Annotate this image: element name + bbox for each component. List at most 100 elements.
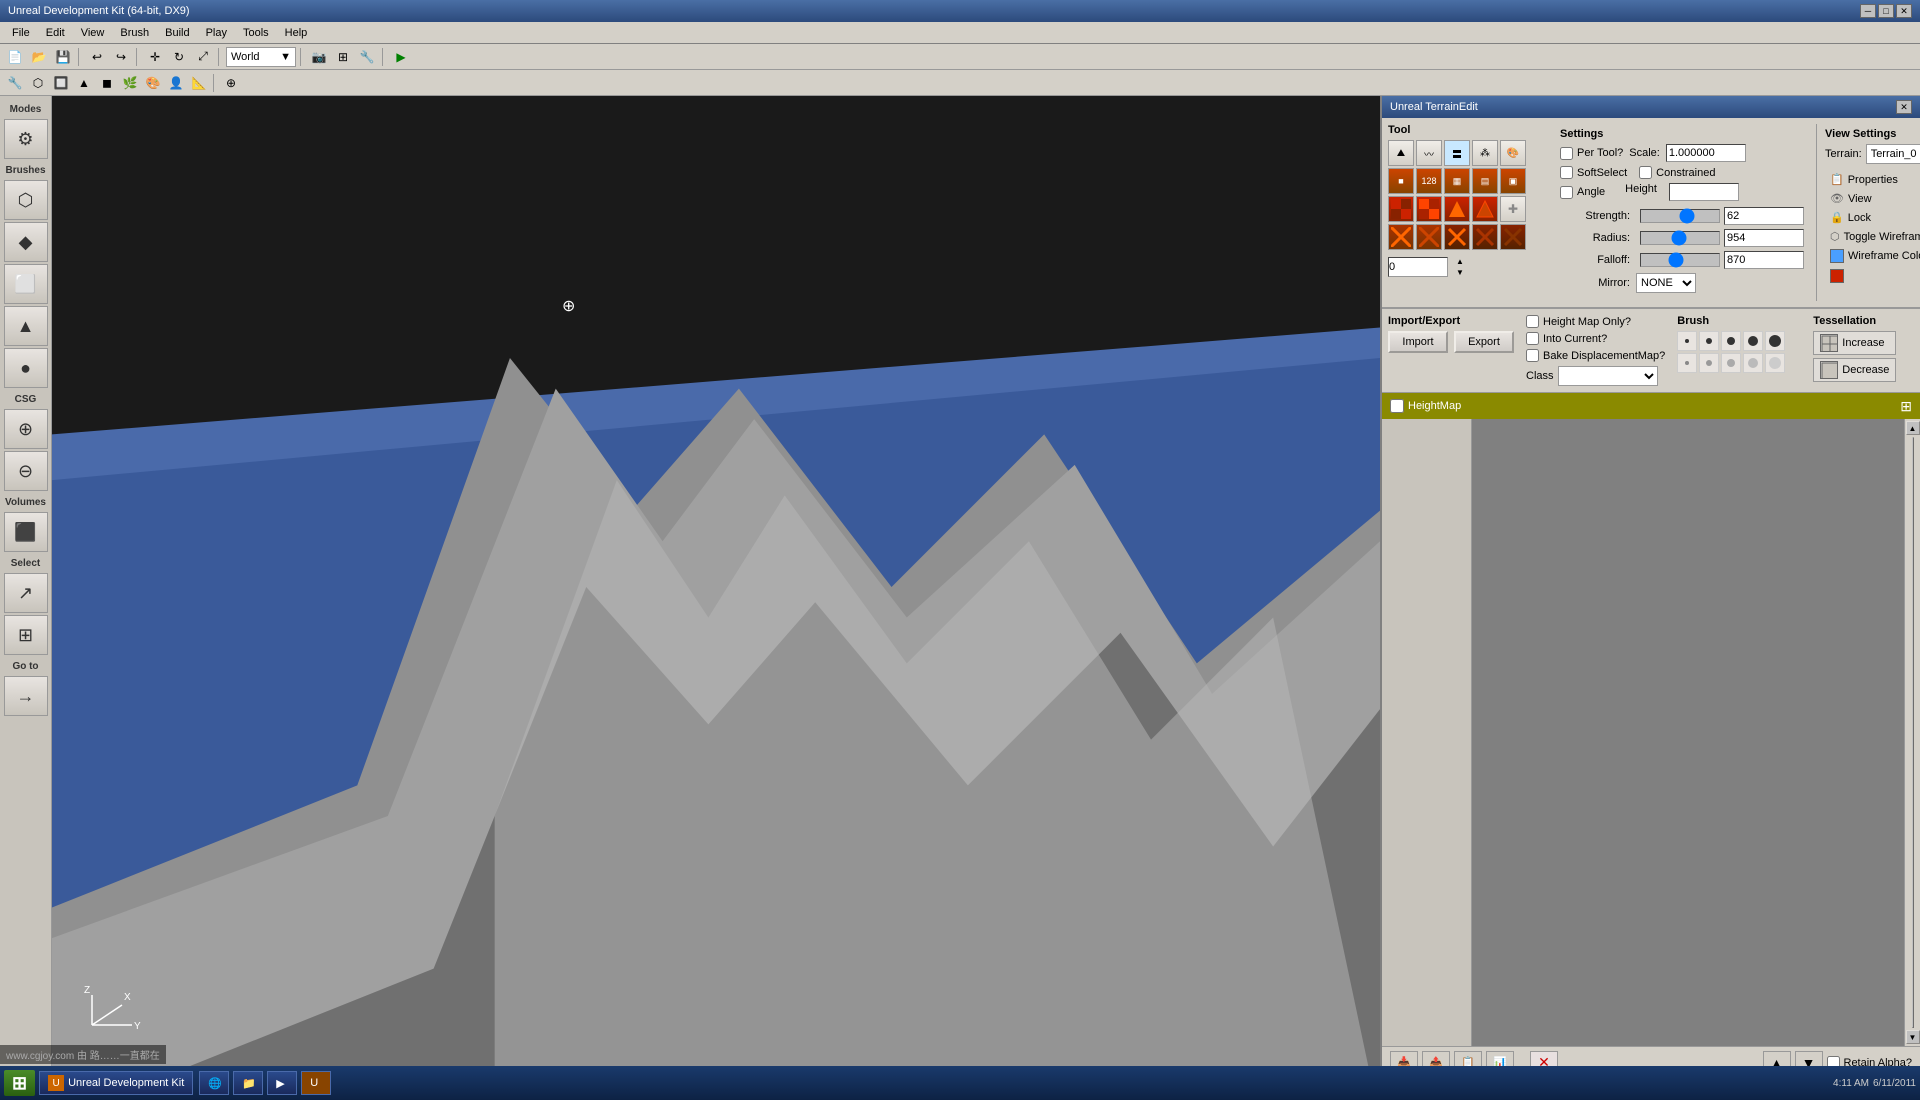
toolbar-btn-scale[interactable]: ⤢	[192, 47, 214, 67]
tool-btn-smooth[interactable]: 〰	[1416, 140, 1442, 166]
toolbar-btn-redo[interactable]: ↪	[110, 47, 132, 67]
close-button[interactable]: ✕	[1896, 4, 1912, 18]
brush-dot-8[interactable]	[1721, 353, 1741, 373]
toolbar-btn-snap[interactable]: 🔧	[356, 47, 378, 67]
left-btn-brush-5[interactable]: ●	[4, 348, 48, 388]
constrained-check[interactable]	[1639, 166, 1652, 179]
mode-btn-1[interactable]: 🔧	[4, 73, 26, 93]
view-toggle-wireframe[interactable]: ⬡ Toggle Wireframe on/off	[1825, 227, 1920, 246]
left-btn-goto[interactable]: →	[4, 676, 48, 716]
tool-btn-addlayer[interactable]: ✚	[1500, 196, 1526, 222]
class-select[interactable]	[1558, 366, 1658, 386]
scale-input[interactable]	[1666, 144, 1746, 162]
mode-btn-5[interactable]: ◼	[96, 73, 118, 93]
menu-brush[interactable]: Brush	[112, 25, 157, 41]
height-input[interactable]	[1669, 183, 1739, 201]
view-wireframe-color[interactable]: Wireframe Color	[1825, 246, 1920, 266]
tool-number-input[interactable]	[1388, 257, 1448, 277]
heightmap-checkbox[interactable]	[1390, 399, 1404, 413]
tool-btn-s3[interactable]	[1444, 224, 1470, 250]
bake-disp-check[interactable]	[1526, 349, 1539, 362]
tool-btn-t5[interactable]: ▣	[1500, 168, 1526, 194]
radius-input[interactable]	[1724, 229, 1804, 247]
tray-explorer[interactable]: 📁	[233, 1071, 263, 1095]
export-button[interactable]: Export	[1454, 331, 1514, 353]
tray-media[interactable]: ▶	[267, 1071, 297, 1095]
heightmap-expand[interactable]: ⊞	[1900, 398, 1912, 415]
tool-btn-flatten[interactable]: 〓	[1444, 140, 1470, 166]
brush-dot-2[interactable]	[1699, 331, 1719, 351]
tray-ie[interactable]: 🌐	[199, 1071, 229, 1095]
mode-btn-2[interactable]: ⬡	[27, 73, 49, 93]
toolbar-btn-open[interactable]: 📂	[28, 47, 50, 67]
toolbar-btn-move[interactable]: ✛	[144, 47, 166, 67]
tool-btn-r2[interactable]	[1416, 196, 1442, 222]
height-map-only-check[interactable]	[1526, 315, 1539, 328]
falloff-slider[interactable]	[1640, 253, 1720, 267]
view-view[interactable]: 👁 View	[1825, 189, 1920, 208]
menu-help[interactable]: Help	[277, 25, 316, 41]
menu-play[interactable]: Play	[198, 25, 235, 41]
toolbar-btn-undo[interactable]: ↩	[86, 47, 108, 67]
toolbar-btn-grid[interactable]: ⊞	[332, 47, 354, 67]
terrain-dropdown[interactable]: Terrain_0	[1866, 144, 1920, 164]
left-btn-brush-3[interactable]: ⬜	[4, 264, 48, 304]
tool-btn-t2[interactable]: 128	[1416, 168, 1442, 194]
into-current-check[interactable]	[1526, 332, 1539, 345]
falloff-input[interactable]	[1724, 251, 1804, 269]
viewport[interactable]: X Y Z ⊕	[52, 96, 1380, 1078]
scrollbar-thumb[interactable]	[1912, 437, 1914, 1028]
tool-num-up[interactable]: ▲	[1452, 256, 1468, 266]
toolbar-btn-camera[interactable]: 📷	[308, 47, 330, 67]
mode-btn-6[interactable]: 🌿	[119, 73, 141, 93]
toolbar-btn-play[interactable]: ▶	[390, 47, 412, 67]
view-properties[interactable]: 📋 Properties	[1825, 170, 1920, 189]
left-btn-csg-2[interactable]: ⊖	[4, 451, 48, 491]
mode-btn-8[interactable]: 👤	[165, 73, 187, 93]
terrain-panel-close[interactable]: ✕	[1896, 100, 1912, 114]
brush-dot-10[interactable]	[1765, 353, 1785, 373]
toolbar-btn-rotate[interactable]: ↻	[168, 47, 190, 67]
brush-dot-4[interactable]	[1743, 331, 1763, 351]
brush-dot-1[interactable]	[1677, 331, 1697, 351]
toolbar-btn-save[interactable]: 💾	[52, 47, 74, 67]
mode-btn-7[interactable]: 🎨	[142, 73, 164, 93]
per-tool-check[interactable]	[1560, 147, 1573, 160]
tool-btn-paintlayer[interactable]: 🎨	[1500, 140, 1526, 166]
brush-dot-3[interactable]	[1721, 331, 1741, 351]
left-btn-modes[interactable]: ⚙	[4, 119, 48, 159]
tool-btn-s1[interactable]	[1388, 224, 1414, 250]
taskbar-udk[interactable]: U Unreal Development Kit	[39, 1071, 193, 1095]
tool-btn-raise[interactable]: ⛰	[1388, 140, 1414, 166]
view-lock[interactable]: 🔒 Lock	[1825, 208, 1920, 227]
scroll-down[interactable]: ▼	[1906, 1030, 1920, 1044]
soft-select-check[interactable]	[1560, 166, 1573, 179]
import-button[interactable]: Import	[1388, 331, 1448, 353]
tool-btn-s4[interactable]	[1472, 224, 1498, 250]
tessellation-increase[interactable]: Increase	[1813, 331, 1896, 355]
menu-edit[interactable]: Edit	[38, 25, 73, 41]
toolbar-btn-new[interactable]: 📄	[4, 47, 26, 67]
mirror-select[interactable]: NONE X Y XY	[1636, 273, 1696, 293]
tool-btn-noise[interactable]: ⁂	[1472, 140, 1498, 166]
scroll-up[interactable]: ▲	[1906, 421, 1920, 435]
menu-build[interactable]: Build	[157, 25, 197, 41]
brush-dot-9[interactable]	[1743, 353, 1763, 373]
left-btn-brush-2[interactable]: ◆	[4, 222, 48, 262]
tool-btn-r3[interactable]	[1444, 196, 1470, 222]
tool-btn-t4[interactable]: ▤	[1472, 168, 1498, 194]
start-button[interactable]: ⊞	[4, 1070, 35, 1096]
left-btn-brush-4[interactable]: ▲	[4, 306, 48, 346]
radius-slider[interactable]	[1640, 231, 1720, 245]
tool-btn-r4[interactable]	[1472, 196, 1498, 222]
angle-check[interactable]	[1560, 186, 1573, 199]
tool-num-down[interactable]: ▼	[1452, 267, 1468, 277]
world-dropdown[interactable]: World ▼	[226, 47, 296, 67]
menu-tools[interactable]: Tools	[235, 25, 277, 41]
brush-dot-6[interactable]	[1677, 353, 1697, 373]
left-btn-brush-1[interactable]: ⬡	[4, 180, 48, 220]
minimize-button[interactable]: ─	[1860, 4, 1876, 18]
menu-file[interactable]: File	[4, 25, 38, 41]
tray-udk[interactable]: U	[301, 1071, 331, 1095]
mode-btn-4[interactable]: ▲	[73, 73, 95, 93]
